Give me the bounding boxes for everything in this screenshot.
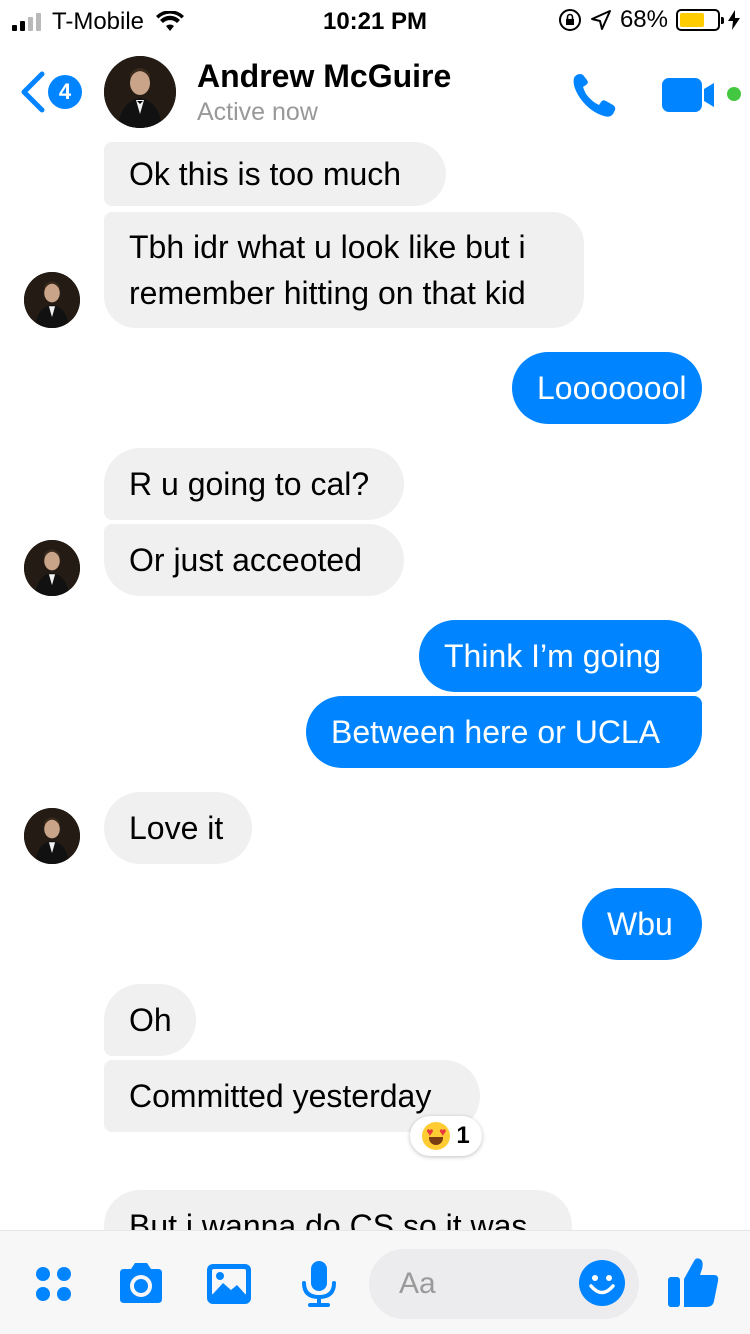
heart-eyes-emoji-icon xyxy=(422,1122,451,1150)
message-outgoing[interactable]: Loooooool xyxy=(512,352,702,424)
microphone-icon[interactable] xyxy=(294,1259,344,1309)
reaction-count: 1 xyxy=(456,1122,470,1149)
battery-percent: 68% xyxy=(619,6,668,33)
more-apps-icon[interactable] xyxy=(30,1259,80,1309)
avatar[interactable] xyxy=(24,808,80,864)
message-incoming[interactable]: Love it xyxy=(104,792,252,864)
contact-name: Andrew McGuire xyxy=(197,58,452,94)
active-indicator xyxy=(727,87,741,101)
message-outgoing[interactable]: Think I’m going xyxy=(419,620,702,692)
chevron-left-icon xyxy=(21,71,45,113)
battery-icon xyxy=(676,9,724,31)
status-right: 68% xyxy=(558,6,740,34)
gallery-icon[interactable] xyxy=(204,1259,254,1309)
composer-bar: Aa xyxy=(0,1230,750,1334)
message-outgoing[interactable]: Between here or UCLA xyxy=(306,696,702,768)
message-incoming[interactable]: But i wanna do CS so it was xyxy=(104,1190,572,1230)
camera-icon[interactable] xyxy=(116,1259,166,1309)
message-incoming[interactable]: Or just acceoted xyxy=(104,524,404,596)
message-thread[interactable]: Ok this is too much Tbh idr what u look … xyxy=(0,140,750,1230)
charging-icon xyxy=(728,10,740,30)
avatar[interactable] xyxy=(24,272,80,328)
message-incoming[interactable]: Ok this is too much xyxy=(104,142,446,206)
orientation-lock-icon xyxy=(558,9,581,31)
back-button[interactable]: 4 xyxy=(18,70,88,114)
message-incoming[interactable]: R u going to cal? xyxy=(104,448,404,520)
active-status: Active now xyxy=(197,98,318,126)
video-call-icon[interactable] xyxy=(662,78,720,112)
avatar[interactable] xyxy=(104,56,176,128)
phone-icon[interactable] xyxy=(568,68,620,120)
location-icon xyxy=(590,10,611,30)
like-thumbs-up-icon[interactable] xyxy=(664,1253,722,1311)
status-bar: T-Mobile 10:21 PM 68% xyxy=(0,0,750,40)
message-outgoing[interactable]: Wbu xyxy=(582,888,702,960)
emoji-icon[interactable] xyxy=(578,1259,626,1307)
unread-badge: 4 xyxy=(48,75,82,109)
message-line: remember hitting on that kid xyxy=(129,275,526,311)
message-input-placeholder: Aa xyxy=(399,1267,436,1300)
reaction-badge[interactable]: 1 xyxy=(410,1116,482,1156)
message-incoming[interactable]: Oh xyxy=(104,984,196,1056)
conversation-header: 4 Andrew McGuire Active now xyxy=(0,40,750,140)
message-incoming[interactable]: Tbh idr what u look like but i remember … xyxy=(104,212,584,328)
avatar[interactable] xyxy=(24,540,80,596)
message-line: Tbh idr what u look like but i xyxy=(129,229,526,265)
